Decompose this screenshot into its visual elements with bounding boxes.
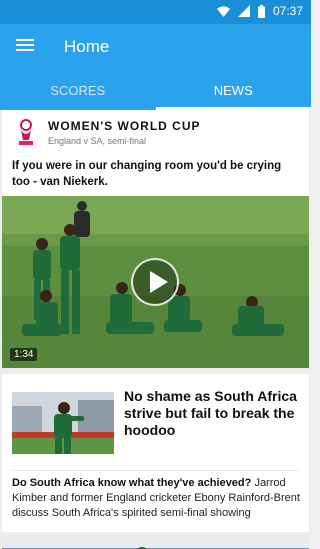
clock: 07:37	[272, 4, 303, 18]
wifi-icon	[216, 5, 230, 17]
competition-name: WOMEN'S WORLD CUP	[48, 119, 201, 133]
video-news-card[interactable]: WOMEN'S WORLD CUP England v SA, semi-fin…	[2, 110, 309, 368]
battery-icon	[257, 4, 265, 18]
tab-news[interactable]: NEWS	[155, 70, 312, 110]
tab-scores[interactable]: SCORES	[0, 70, 156, 110]
competition-header[interactable]: WOMEN'S WORLD CUP England v SA, semi-fin…	[2, 110, 309, 152]
article-card[interactable]: No shame as South Africa strive but fail…	[2, 374, 309, 532]
video-headline[interactable]: If you were in our changing room you'd b…	[12, 158, 302, 190]
womens-world-cup-logo	[19, 119, 33, 145]
divider	[12, 470, 299, 471]
player-celebrating-image	[12, 392, 114, 454]
next-card-image	[2, 538, 309, 549]
article-summary-lead: Do South Africa know what they've achiev…	[12, 477, 252, 489]
video-duration: 1:34	[10, 348, 38, 361]
next-card-preview[interactable]	[2, 538, 309, 549]
page-title: Home	[64, 37, 110, 56]
article-headline[interactable]: No shame as South Africa strive but fail…	[124, 388, 304, 439]
match-name: England v SA, semi-final	[48, 136, 147, 146]
article-summary[interactable]: Do South Africa know what they've achiev…	[12, 476, 302, 521]
article-thumbnail	[12, 392, 114, 454]
video-thumbnail[interactable]: 1:34	[2, 196, 309, 368]
status-bar: 07:37	[0, 0, 311, 24]
play-icon[interactable]	[131, 258, 179, 306]
tab-bar: SCORES NEWS	[0, 70, 311, 110]
hamburger-menu-icon[interactable]	[14, 36, 36, 58]
news-feed[interactable]: WOMEN'S WORLD CUP England v SA, semi-fin…	[0, 110, 311, 549]
app-bar: Home	[0, 24, 311, 70]
signal-icon	[237, 5, 250, 17]
